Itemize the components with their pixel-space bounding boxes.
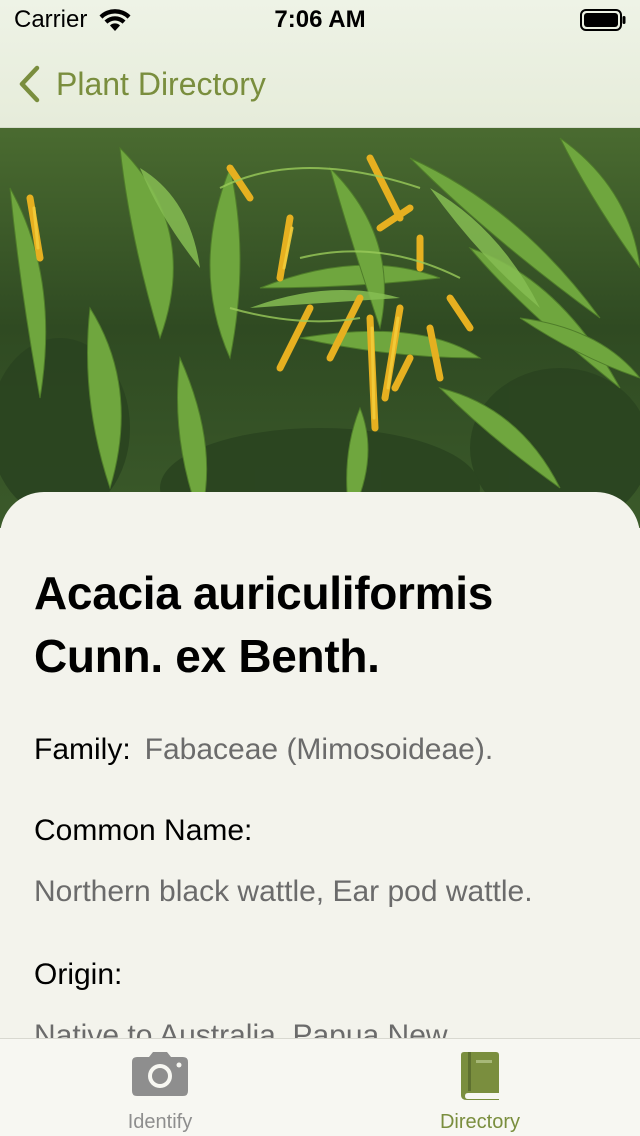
tab-identify[interactable]: Identify xyxy=(0,1039,320,1136)
camera-icon xyxy=(132,1052,188,1096)
navigation-bar: Plant Directory xyxy=(0,40,640,128)
tab-bar: Identify Directory xyxy=(0,1038,640,1136)
back-button-label: Plant Directory xyxy=(56,65,266,102)
chevron-left-icon xyxy=(19,65,40,103)
header: Carrier 7:06 AM Plant Directory xyxy=(0,0,640,128)
common-name-label: Common Name: xyxy=(34,814,253,847)
family-value: Fabaceae (Mimosoideae). xyxy=(144,733,494,766)
plant-detail-screen: Carrier 7:06 AM Plant Directory Acacia a… xyxy=(0,0,640,1136)
tab-directory[interactable]: Directory xyxy=(320,1039,640,1136)
plant-name: Acacia auriculiformis Cunn. ex Benth. xyxy=(34,567,494,682)
book-icon xyxy=(461,1052,499,1100)
plant-photo xyxy=(0,128,640,528)
tab-identify-label: Identify xyxy=(127,1111,193,1133)
status-bar: Carrier 7:06 AM xyxy=(0,0,640,40)
battery-icon xyxy=(580,9,626,31)
common-name-value: Northern black wattle, Ear pod wattle. xyxy=(34,875,533,908)
origin-label: Origin: xyxy=(34,958,123,991)
tab-directory-label: Directory xyxy=(439,1111,520,1133)
back-button[interactable]: Plant Directory xyxy=(16,64,266,104)
family-label: Family: xyxy=(34,733,131,766)
status-time: 7:06 AM xyxy=(274,6,366,33)
family-row: Family: Fabaceae (Mimosoideae). xyxy=(34,732,606,768)
